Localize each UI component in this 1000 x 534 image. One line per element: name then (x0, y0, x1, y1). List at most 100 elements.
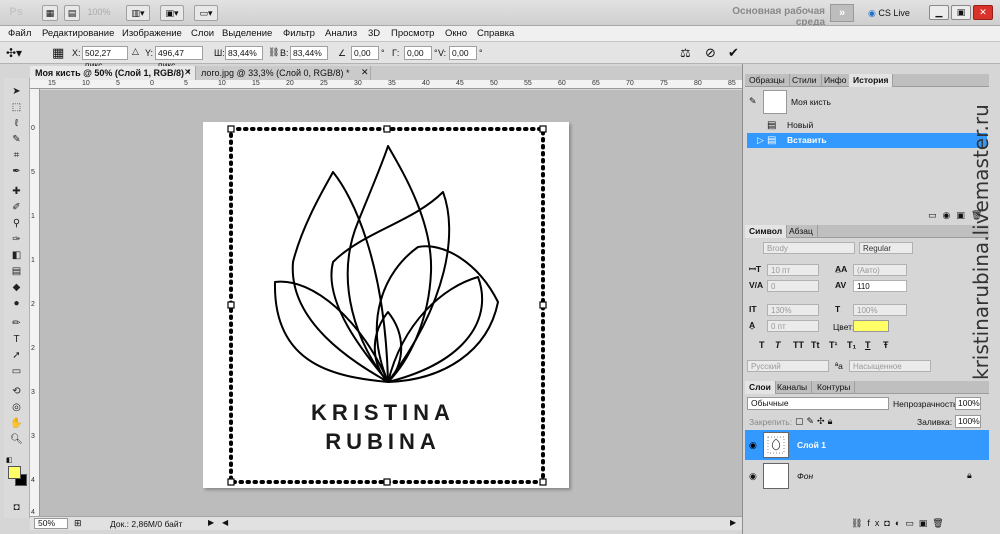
snapshot-thumbnail[interactable] (763, 90, 787, 114)
tab-layers[interactable]: Слои (745, 381, 776, 394)
menu-file[interactable]: Файл (8, 28, 31, 39)
vskew-field[interactable]: 0,00 (449, 46, 477, 60)
menu-analysis[interactable]: Анализ (325, 28, 357, 39)
tab-character[interactable]: Символ (745, 225, 788, 238)
fill-field[interactable]: 100% (955, 415, 981, 428)
close-button[interactable]: ✕ (973, 5, 993, 20)
cancel-transform-icon[interactable]: ⊘ (705, 45, 716, 61)
eraser-tool-icon[interactable]: ◧ (9, 250, 24, 262)
tab-logo[interactable]: лого.jpg @ 33,3% (Слой 0, RGB/8) * (196, 66, 371, 80)
quick-mask-icon[interactable]: ◘ (9, 502, 24, 514)
underline-button[interactable]: T (865, 340, 871, 350)
menu-3d[interactable]: 3D (368, 28, 380, 39)
subscript-button[interactable]: T₁ (847, 340, 856, 350)
strikethrough-button[interactable]: Ŧ (883, 340, 889, 350)
horizontal-scale-field[interactable]: 100% (853, 304, 907, 316)
3d-rotate-tool-icon[interactable]: ⟲ (9, 386, 24, 398)
text-color-swatch[interactable] (853, 320, 889, 332)
menu-edit[interactable]: Редактирование (42, 28, 114, 39)
layers-footer-icons[interactable]: ⛓fx◘◐▭▣🗑︎ (851, 518, 949, 529)
zoom-field[interactable]: 50% (34, 518, 68, 529)
tracking-field[interactable]: 110 (853, 280, 907, 292)
tab-paragraph[interactable]: Абзац (785, 225, 818, 238)
menu-window[interactable]: Окно (445, 28, 467, 39)
move-tool-icon[interactable]: ➤ (9, 86, 24, 98)
mini-bridge-button[interactable]: ▤ (64, 5, 80, 21)
crop-tool-icon[interactable]: ⌗ (9, 150, 24, 162)
tab-info[interactable]: Инфо (820, 74, 852, 87)
layer-row-fon[interactable]: ◉ Фон 🔒︎ (745, 461, 989, 491)
commit-transform-icon[interactable]: ✔ (728, 45, 739, 61)
eye-icon[interactable]: ◉ (749, 440, 757, 451)
foreground-color-swatch[interactable] (8, 466, 21, 479)
small-caps-button[interactable]: Tt (811, 340, 820, 350)
link-icon[interactable]: ⛓ (268, 47, 279, 58)
tab-close-icon[interactable]: ✕ (361, 67, 369, 78)
tab-paths[interactable]: Контуры (813, 381, 856, 394)
language-select[interactable]: Русский (747, 360, 829, 372)
scroll-left-icon[interactable]: ◀ (222, 518, 228, 527)
restore-button[interactable]: ▣ (951, 5, 971, 20)
menu-filter[interactable]: Фильтр (283, 28, 315, 39)
healing-brush-tool-icon[interactable]: ✚ (9, 186, 24, 198)
dodge-tool-icon[interactable]: ● (9, 298, 24, 310)
lock-icons[interactable]: ▢✎✣🔒︎ (795, 416, 835, 427)
move-tool-preset-icon[interactable]: ✣▾ (6, 46, 22, 60)
warp-mode-icon[interactable]: ⚖ (680, 46, 691, 60)
zoom-tool-icon[interactable]: 🔍︎ (9, 434, 24, 446)
history-brush-source-icon[interactable]: ✎ (749, 96, 757, 107)
zoom-preview-icon[interactable]: ⊞ (74, 518, 82, 529)
history-step-paste[interactable]: ▷ ▤ Вставить (747, 133, 987, 148)
menu-image[interactable]: Изображение (122, 28, 182, 39)
document-canvas[interactable]: KRISTINA RUBINA (203, 122, 569, 488)
menu-layers[interactable]: Слои (191, 28, 214, 39)
tab-swatches[interactable]: Образцы (745, 74, 790, 87)
tab-styles[interactable]: Стили (788, 74, 822, 87)
history-step-new[interactable]: ▤ Новый (747, 118, 987, 133)
faux-italic-button[interactable]: T (775, 340, 781, 350)
screen-mode-button[interactable]: ▭▾ (194, 5, 218, 21)
font-family-select[interactable]: Brody (763, 242, 855, 254)
snapshot-label[interactable]: Моя кисть (791, 97, 831, 107)
hskew-field[interactable]: 0,00 (404, 46, 432, 60)
kerning-field[interactable]: 0 (767, 280, 819, 292)
arrange-documents-button[interactable]: ▣▾ (160, 5, 184, 21)
menu-select[interactable]: Выделение (222, 28, 272, 39)
y-field[interactable]: 496,47 пикс (155, 46, 203, 70)
tab-close-icon[interactable]: ✕ (184, 67, 192, 78)
status-menu-arrow-icon[interactable]: ▶ (208, 518, 214, 527)
x-field[interactable]: 502,27 пикс (82, 46, 128, 70)
faux-bold-button[interactable]: T (759, 340, 765, 350)
hand-tool-icon[interactable]: ✋ (9, 418, 24, 430)
all-caps-button[interactable]: TT (793, 340, 804, 350)
menu-help[interactable]: Справка (477, 28, 514, 39)
workspace-more-button[interactable]: » (830, 4, 854, 22)
leading-field[interactable]: (Авто) (853, 264, 907, 276)
history-brush-tool-icon[interactable]: ✑ (9, 234, 24, 246)
path-selection-tool-icon[interactable]: ➚ (9, 350, 24, 362)
bridge-button[interactable]: ▦ (42, 5, 58, 21)
workspace-label[interactable]: Основная рабочая среда (707, 6, 825, 28)
superscript-button[interactable]: T¹ (829, 340, 838, 350)
vertical-scale-field[interactable]: 130% (767, 304, 819, 316)
layer-row-sloi-1[interactable]: ◉ Слой 1 (745, 430, 989, 460)
lasso-tool-icon[interactable]: ℓ (9, 118, 24, 130)
zoom-select[interactable]: 100% (79, 5, 119, 21)
font-style-select[interactable]: Regular (859, 242, 913, 254)
canvas-area[interactable]: KRISTINA RUBINA (40, 90, 742, 516)
type-tool-icon[interactable]: T (9, 334, 24, 346)
brush-tool-icon[interactable]: ✐ (9, 202, 24, 214)
blend-mode-select[interactable]: Обычные (747, 397, 889, 410)
shape-tool-icon[interactable]: ▭ (9, 366, 24, 378)
scroll-right-icon[interactable]: ▶ (730, 518, 736, 527)
cs-live-button[interactable]: ◉ CS Live (868, 6, 922, 20)
tab-moya-kist[interactable]: Моя кисть @ 50% (Слой 1, RGB/8) * (30, 66, 196, 80)
angle-field[interactable]: 0,00 (351, 46, 379, 60)
3d-camera-tool-icon[interactable]: ◎ (9, 402, 24, 414)
minimize-button[interactable]: ▁ (929, 5, 949, 20)
height-field[interactable]: 83,44% (290, 46, 328, 60)
eyedropper-tool-icon[interactable]: ✒ (9, 166, 24, 178)
antialias-select[interactable]: Насыщенное (849, 360, 931, 372)
default-colors-icon[interactable]: ◧ (6, 456, 13, 464)
reference-point-icon[interactable]: ▦ (52, 45, 64, 61)
